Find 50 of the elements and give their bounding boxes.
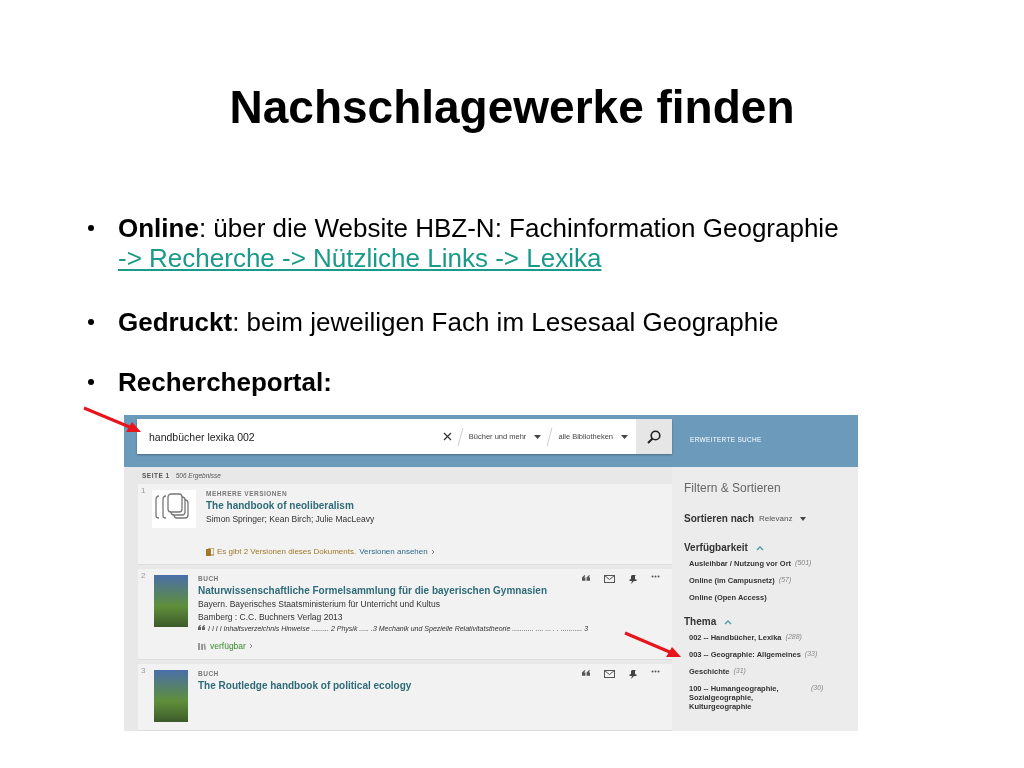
documents-icon bbox=[206, 547, 214, 556]
result-title-link[interactable]: The Routledge handbook of political ecology bbox=[198, 680, 412, 691]
more-icon[interactable] bbox=[651, 670, 660, 673]
sort-label: Sortieren nach bbox=[684, 513, 755, 524]
bullet-icon bbox=[88, 319, 94, 325]
slide-title: Nachschlagewerke finden bbox=[228, 80, 796, 135]
pointer-arrow bbox=[624, 631, 681, 657]
bullet-text: Online: über die Website HBZ-N: Fachinformation Geographie -> Recherche -> Nützliche Links -> Lexika bbox=[118, 213, 840, 273]
bullet-icon bbox=[88, 379, 94, 385]
versions-link[interactable]: Versionen ansehen bbox=[359, 547, 435, 556]
result-detail: Bayern. Bayerisches Staatsministerium für Unterricht und Kultus bbox=[198, 599, 440, 609]
quote-icon bbox=[198, 625, 205, 630]
chevron-right-icon bbox=[430, 548, 435, 555]
result-detail: Bamberg : C.C. Buchners Verlag 2013 bbox=[198, 612, 343, 622]
caret-icon bbox=[534, 434, 542, 439]
pin-icon[interactable] bbox=[629, 670, 637, 679]
versions-note: Es gibt 2 Versionen dieses Dokuments. bbox=[217, 547, 357, 556]
bullet-icon bbox=[88, 225, 94, 231]
result-detail: Simon Springer; Kean Birch; Julie MacLeavy bbox=[206, 514, 375, 524]
pin-icon[interactable] bbox=[629, 575, 637, 584]
search-button[interactable] bbox=[636, 419, 672, 454]
mail-icon[interactable] bbox=[604, 670, 615, 678]
sort-dropdown[interactable]: Relevanz bbox=[759, 514, 807, 523]
book-cover-photo-placeholder bbox=[154, 670, 188, 722]
filter-group-heading[interactable]: Verfügbarkeit bbox=[684, 542, 748, 553]
result-number: 3 bbox=[141, 666, 146, 675]
book-stack-icon bbox=[198, 642, 206, 650]
pointer-arrow bbox=[83, 406, 141, 432]
availability-link[interactable]: verfügbar bbox=[210, 641, 253, 651]
result-title-link[interactable]: The handbook of neoliberalism bbox=[206, 500, 354, 511]
quote-icon[interactable] bbox=[582, 670, 590, 676]
caret-icon bbox=[621, 434, 628, 439]
panel-heading: Filtern & Sortieren bbox=[684, 481, 782, 495]
result-title-link[interactable]: Naturwissenschaftliche Formelsammlung für die bayerischen Gymnasien bbox=[198, 585, 547, 596]
result-number: 1 bbox=[141, 486, 146, 495]
more-icon[interactable] bbox=[651, 575, 660, 578]
mail-icon[interactable] bbox=[604, 575, 615, 583]
result-number: 2 bbox=[141, 571, 146, 580]
chevron-right-icon bbox=[248, 643, 253, 649]
book-cover-photo-placeholder bbox=[154, 575, 188, 627]
caret-icon bbox=[800, 516, 807, 521]
filter-group-heading[interactable]: Thema bbox=[684, 616, 717, 627]
chevron-up-icon[interactable] bbox=[724, 618, 733, 625]
bullet-text: Gedruckt: beim jeweiligen Fach im Lesesaal Geographie bbox=[118, 307, 779, 337]
clear-icon[interactable] bbox=[442, 432, 452, 441]
bullet-text: Rechercheportal: bbox=[118, 367, 332, 397]
search-icon bbox=[647, 429, 661, 444]
multiple-versions-icon bbox=[152, 490, 196, 528]
chevron-up-icon[interactable] bbox=[755, 544, 764, 551]
quote-icon[interactable] bbox=[582, 575, 590, 581]
